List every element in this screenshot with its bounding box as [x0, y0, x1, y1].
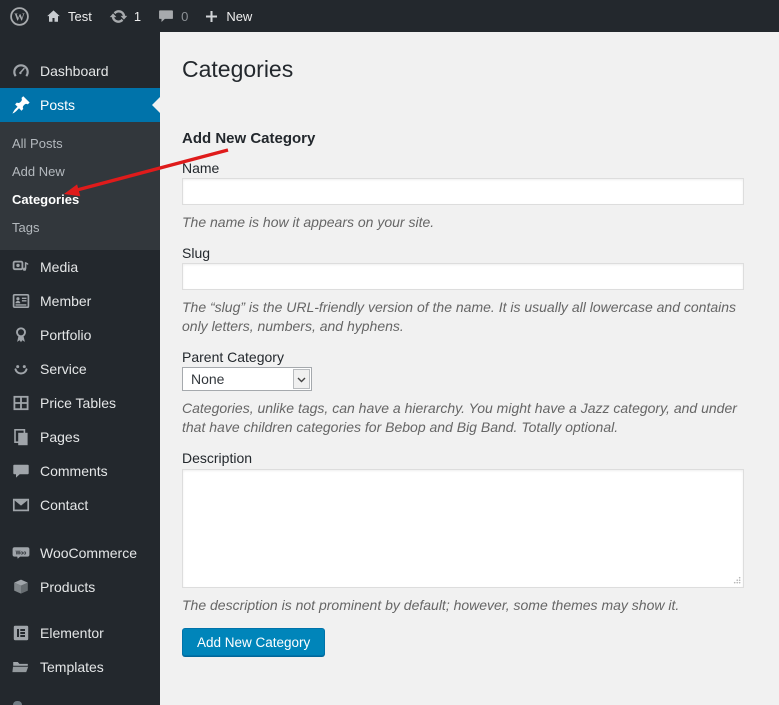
dashboard-icon [9, 61, 33, 81]
envelope-icon [9, 495, 33, 515]
sidebar-item-woocommerce[interactable]: Woo WooCommerce [0, 536, 160, 570]
resize-handle[interactable] [732, 575, 741, 584]
media-icon [9, 257, 33, 277]
description-textarea[interactable] [182, 469, 744, 588]
add-new-category-button[interactable]: Add New Category [182, 628, 326, 656]
parent-category-help: Categories, unlike tags, can have a hier… [182, 400, 737, 435]
wordpress-logo-icon: W [9, 6, 30, 27]
sidebar-item-comments[interactable]: Comments [0, 454, 160, 488]
sidebar-item-templates[interactable]: Templates [0, 650, 160, 684]
description-textarea-wrap [182, 469, 744, 588]
comments-count: 0 [181, 8, 189, 24]
sidebar-item-price-tables[interactable]: Price Tables [0, 386, 160, 420]
sidebar-item-posts[interactable]: Posts [0, 88, 160, 122]
comment-icon [9, 461, 33, 481]
smiley-icon [9, 359, 33, 379]
sidebar-item-products[interactable]: Products [0, 570, 160, 604]
new-label: New [226, 8, 253, 24]
updates-link[interactable]: 1 [109, 0, 141, 32]
sidebar-item-media[interactable]: Media [0, 250, 160, 284]
sidebar-item-label: Posts [40, 97, 76, 113]
sidebar-item-portfolio[interactable]: Portfolio [0, 318, 160, 352]
parent-category-selected-value: None [191, 371, 225, 387]
posts-submenu: All Posts Add New Categories Tags [0, 122, 160, 250]
wordpress-admin-page: W Test 1 0 New Dashboard Posts All Posts… [0, 0, 779, 705]
admin-bar-comment-icon [157, 7, 175, 25]
chevron-down-icon [297, 370, 306, 388]
submenu-item-add-new[interactable]: Add New [0, 158, 160, 186]
sidebar-item-label: Templates [40, 659, 104, 675]
sidebar-item-service[interactable]: Service [0, 352, 160, 386]
sidebar-item-label: Service [40, 361, 87, 377]
name-label: Name [182, 160, 220, 176]
parent-category-label: Parent Category [182, 349, 284, 365]
submenu-item-all-posts[interactable]: All Posts [0, 130, 160, 158]
menu-separator [0, 522, 160, 536]
main-content: Categories Add New Category Name The nam… [160, 32, 779, 705]
svg-text:W: W [14, 12, 25, 23]
sidebar-item-label: Portfolio [40, 327, 92, 343]
submenu-item-tags[interactable]: Tags [0, 214, 160, 242]
sidebar-item-label: Price Tables [40, 395, 117, 411]
grid-icon [9, 393, 33, 413]
slug-label: Slug [182, 245, 211, 261]
sidebar-item-label: Dashboard [40, 63, 109, 79]
description-help: The description is not prominent by defa… [182, 597, 680, 613]
updates-count: 1 [133, 8, 142, 24]
sidebar-item-dashboard[interactable]: Dashboard [0, 54, 160, 88]
parent-category-select[interactable]: None [182, 367, 312, 391]
name-input[interactable] [182, 178, 744, 205]
slug-help: The “slug” is the URL-friendly version o… [182, 299, 737, 334]
sidebar-item-label: Member [40, 293, 92, 309]
plus-icon [203, 8, 220, 25]
menu-top-gap [0, 32, 160, 54]
award-icon [9, 325, 33, 345]
description-label: Description [182, 450, 253, 466]
sidebar-item-label: Media [40, 259, 79, 275]
sidebar-item-contact[interactable]: Contact [0, 488, 160, 522]
sidebar: Dashboard Posts All Posts Add New Catego… [0, 32, 160, 705]
wordpress-menu[interactable]: W [9, 0, 30, 32]
sidebar-item-label: Pages [40, 429, 80, 445]
add-new-category-title: Add New Category [182, 130, 316, 147]
id-card-icon [9, 291, 33, 311]
folder-icon [9, 657, 33, 677]
select-dropdown-button[interactable] [293, 369, 310, 389]
comments-link[interactable]: 0 [157, 0, 188, 32]
clipped-menu-icon [13, 701, 22, 705]
elementor-icon [9, 623, 33, 643]
sidebar-item-label: Comments [40, 463, 108, 479]
submenu-item-categories[interactable]: Categories [0, 186, 160, 214]
sidebar-item-label: Contact [40, 497, 89, 513]
sidebar-item-member[interactable]: Member [0, 284, 160, 318]
svg-text:Woo: Woo [16, 550, 27, 556]
pages-icon [9, 427, 33, 447]
site-link[interactable]: Test [45, 0, 92, 32]
box-icon [9, 577, 33, 597]
new-menu[interactable]: New [203, 0, 252, 32]
sidebar-item-pages[interactable]: Pages [0, 420, 160, 454]
menu-separator [0, 604, 160, 616]
sidebar-item-label: Products [40, 579, 96, 595]
updates-icon [109, 7, 128, 26]
sidebar-item-label: WooCommerce [40, 545, 137, 561]
slug-input[interactable] [182, 263, 744, 290]
home-icon [45, 8, 62, 25]
sidebar-item-label: Elementor [40, 625, 104, 641]
page-title: Categories [182, 56, 294, 82]
woo-bubble-icon: Woo [9, 543, 33, 563]
name-help: The name is how it appears on your site. [182, 214, 435, 230]
site-name: Test [68, 8, 92, 24]
admin-bar: W Test 1 0 New [0, 0, 779, 32]
pushpin-icon [9, 95, 33, 115]
sidebar-item-elementor[interactable]: Elementor [0, 616, 160, 650]
